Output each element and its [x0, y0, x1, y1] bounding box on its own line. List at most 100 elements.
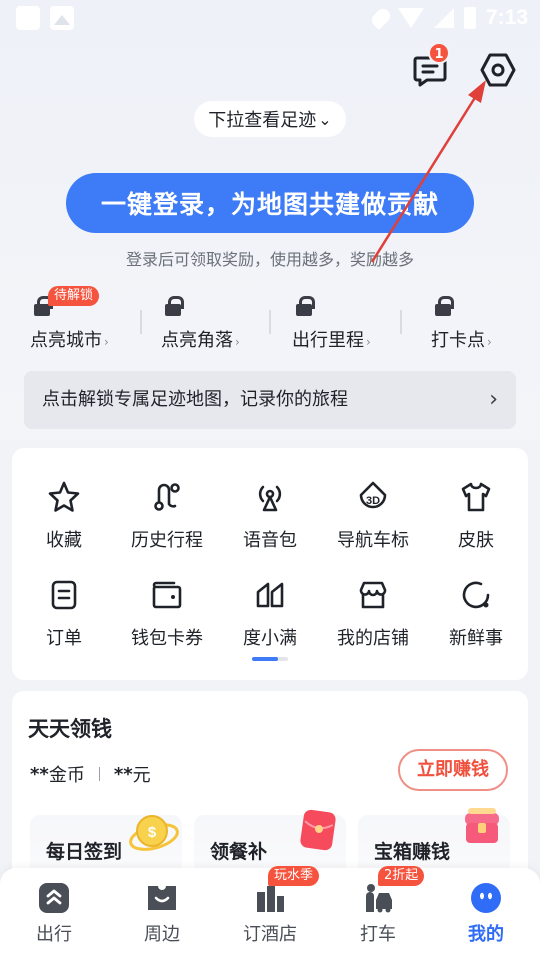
earn-title: 天天领钱 [28, 717, 112, 741]
svg-text:$: $ [148, 824, 157, 841]
coin-icon: $ [129, 815, 179, 851]
settings-icon [480, 53, 516, 87]
promo-badge: 玩水季 [268, 866, 320, 886]
stat-travel-mileage[interactable]: 出行里程 › [292, 296, 412, 352]
chevron-right-icon: › [366, 335, 371, 349]
stat-check-in-points[interactable]: 打卡点 › [431, 296, 540, 352]
tab-profile[interactable]: 我的 [432, 868, 540, 960]
divider [98, 767, 100, 781]
bottom-tab-bar: 出行 周边 订酒店 玩水季 打车 2折起 我的 [0, 866, 540, 960]
tab-travel[interactable]: 出行 [0, 868, 108, 960]
earn-balance: ** 金币 ** 元 [30, 761, 151, 787]
status-bar: 7:13 [0, 0, 540, 36]
settings-button[interactable] [478, 50, 518, 90]
signal-icon [433, 8, 454, 28]
stat-label: 打卡点 [431, 330, 485, 351]
cash-unit: 元 [132, 765, 151, 786]
tab-label: 我的 [468, 924, 504, 945]
stat-label: 点亮角落 [161, 330, 233, 351]
grid-item-label: 语音包 [243, 530, 297, 551]
task-label: 宝箱赚钱 [374, 841, 451, 863]
grid-item-wallet[interactable]: 钱包卡券 [117, 578, 217, 658]
message-count-badge: 1 [428, 42, 450, 64]
grid-page-indicator [252, 657, 288, 661]
duxiaoman-icon [256, 582, 284, 608]
grid-item-label: 钱包卡券 [131, 628, 203, 649]
grid-item-label: 度小满 [243, 628, 297, 649]
maps-notification-icon [16, 6, 40, 30]
grid-item-orders[interactable]: 订单 [14, 578, 114, 658]
chevron-down-icon: ⌄ [318, 109, 332, 129]
lock-icon [435, 296, 454, 316]
route-icon [154, 483, 180, 511]
grid-item-history-trips[interactable]: 历史行程 [117, 480, 217, 560]
profile-icon [471, 883, 501, 913]
coins-value: ** [30, 763, 49, 785]
red-envelope-icon [300, 809, 336, 851]
grid-item-label: 订单 [46, 628, 82, 649]
voice-icon [258, 485, 282, 512]
status-time: 7:13 [485, 6, 528, 29]
tab-taxi[interactable]: 打车 2折起 [324, 866, 432, 960]
wallet-icon [152, 581, 182, 609]
coins-unit: 金币 [48, 765, 85, 786]
tab-label: 订酒店 [243, 924, 297, 945]
stat-lit-corners[interactable]: 点亮角落 › [161, 296, 281, 352]
grid-item-label: 皮肤 [458, 530, 494, 551]
grid-item-duxiaoman[interactable]: 度小满 [220, 578, 320, 658]
lock-icon [165, 296, 184, 316]
svg-text:3D: 3D [366, 495, 380, 507]
chevron-right-icon: › [104, 335, 109, 349]
hotel-icon [257, 886, 284, 912]
grid-item-label: 收藏 [46, 530, 82, 551]
grid-item-voice-pack[interactable]: 语音包 [220, 480, 320, 560]
pull-down-footprint-hint[interactable]: 下拉查看足迹 ⌄ [194, 101, 346, 137]
taxi-icon [366, 884, 392, 913]
footprint-banner-text: 点击解锁专属足迹地图，记录你的旅程 [42, 389, 348, 410]
tab-hotel[interactable]: 订酒店 玩水季 [216, 866, 324, 960]
grid-item-my-store[interactable]: 我的店铺 [323, 578, 423, 658]
chevron-right-icon: › [235, 335, 240, 349]
travel-icon [39, 883, 69, 913]
tab-label: 出行 [36, 924, 72, 945]
cash-value: ** [113, 763, 133, 785]
divider [140, 310, 142, 334]
stat-label: 点亮城市 [30, 330, 102, 351]
tab-label: 打车 [360, 924, 396, 945]
tab-label: 周边 [144, 924, 180, 945]
pull-hint-text: 下拉查看足迹 [208, 110, 317, 131]
order-icon [51, 580, 77, 610]
grid-item-news[interactable]: 新鲜事 [426, 578, 526, 658]
unlock-footprint-map-banner[interactable]: 点击解锁专属足迹地图，记录你的旅程 › [24, 371, 516, 429]
battery-icon [463, 7, 476, 29]
earn-now-button[interactable]: 立即赚钱 [398, 749, 508, 791]
store-icon [359, 581, 387, 609]
lock-icon [296, 296, 315, 316]
grid-item-skins[interactable]: 皮肤 [426, 480, 526, 560]
3d-car-icon: 3D [359, 481, 387, 509]
grid-item-label: 导航车标 [337, 530, 409, 551]
image-notification-icon [50, 6, 74, 30]
wifi-icon [397, 8, 424, 28]
divider [400, 310, 402, 334]
grid-item-label: 历史行程 [131, 530, 203, 551]
stat-label: 出行里程 [292, 330, 364, 351]
star-icon [48, 481, 80, 512]
grid-item-label: 新鲜事 [449, 628, 503, 649]
one-click-login-button[interactable]: 一键登录，为地图共建做贡献 [66, 173, 474, 233]
task-label: 每日签到 [46, 841, 123, 863]
login-reward-hint: 登录后可领取奖励，使用越多，奖励越多 [125, 250, 414, 269]
chevron-right-icon: › [489, 387, 498, 412]
status-notifications [16, 6, 74, 30]
to-unlock-badge: 待解锁 [48, 286, 100, 306]
nearby-icon [148, 886, 176, 910]
tab-nearby[interactable]: 周边 [108, 868, 216, 960]
grid-item-label: 我的店铺 [337, 628, 409, 649]
task-label: 领餐补 [210, 841, 268, 863]
tshirt-icon [461, 482, 491, 512]
grid-item-favorites[interactable]: 收藏 [14, 480, 114, 560]
promo-badge: 2折起 [378, 866, 425, 886]
grid-item-nav-car-icon[interactable]: 3D 导航车标 [323, 480, 423, 560]
news-icon [462, 581, 490, 609]
treasure-chest-icon [465, 808, 499, 843]
